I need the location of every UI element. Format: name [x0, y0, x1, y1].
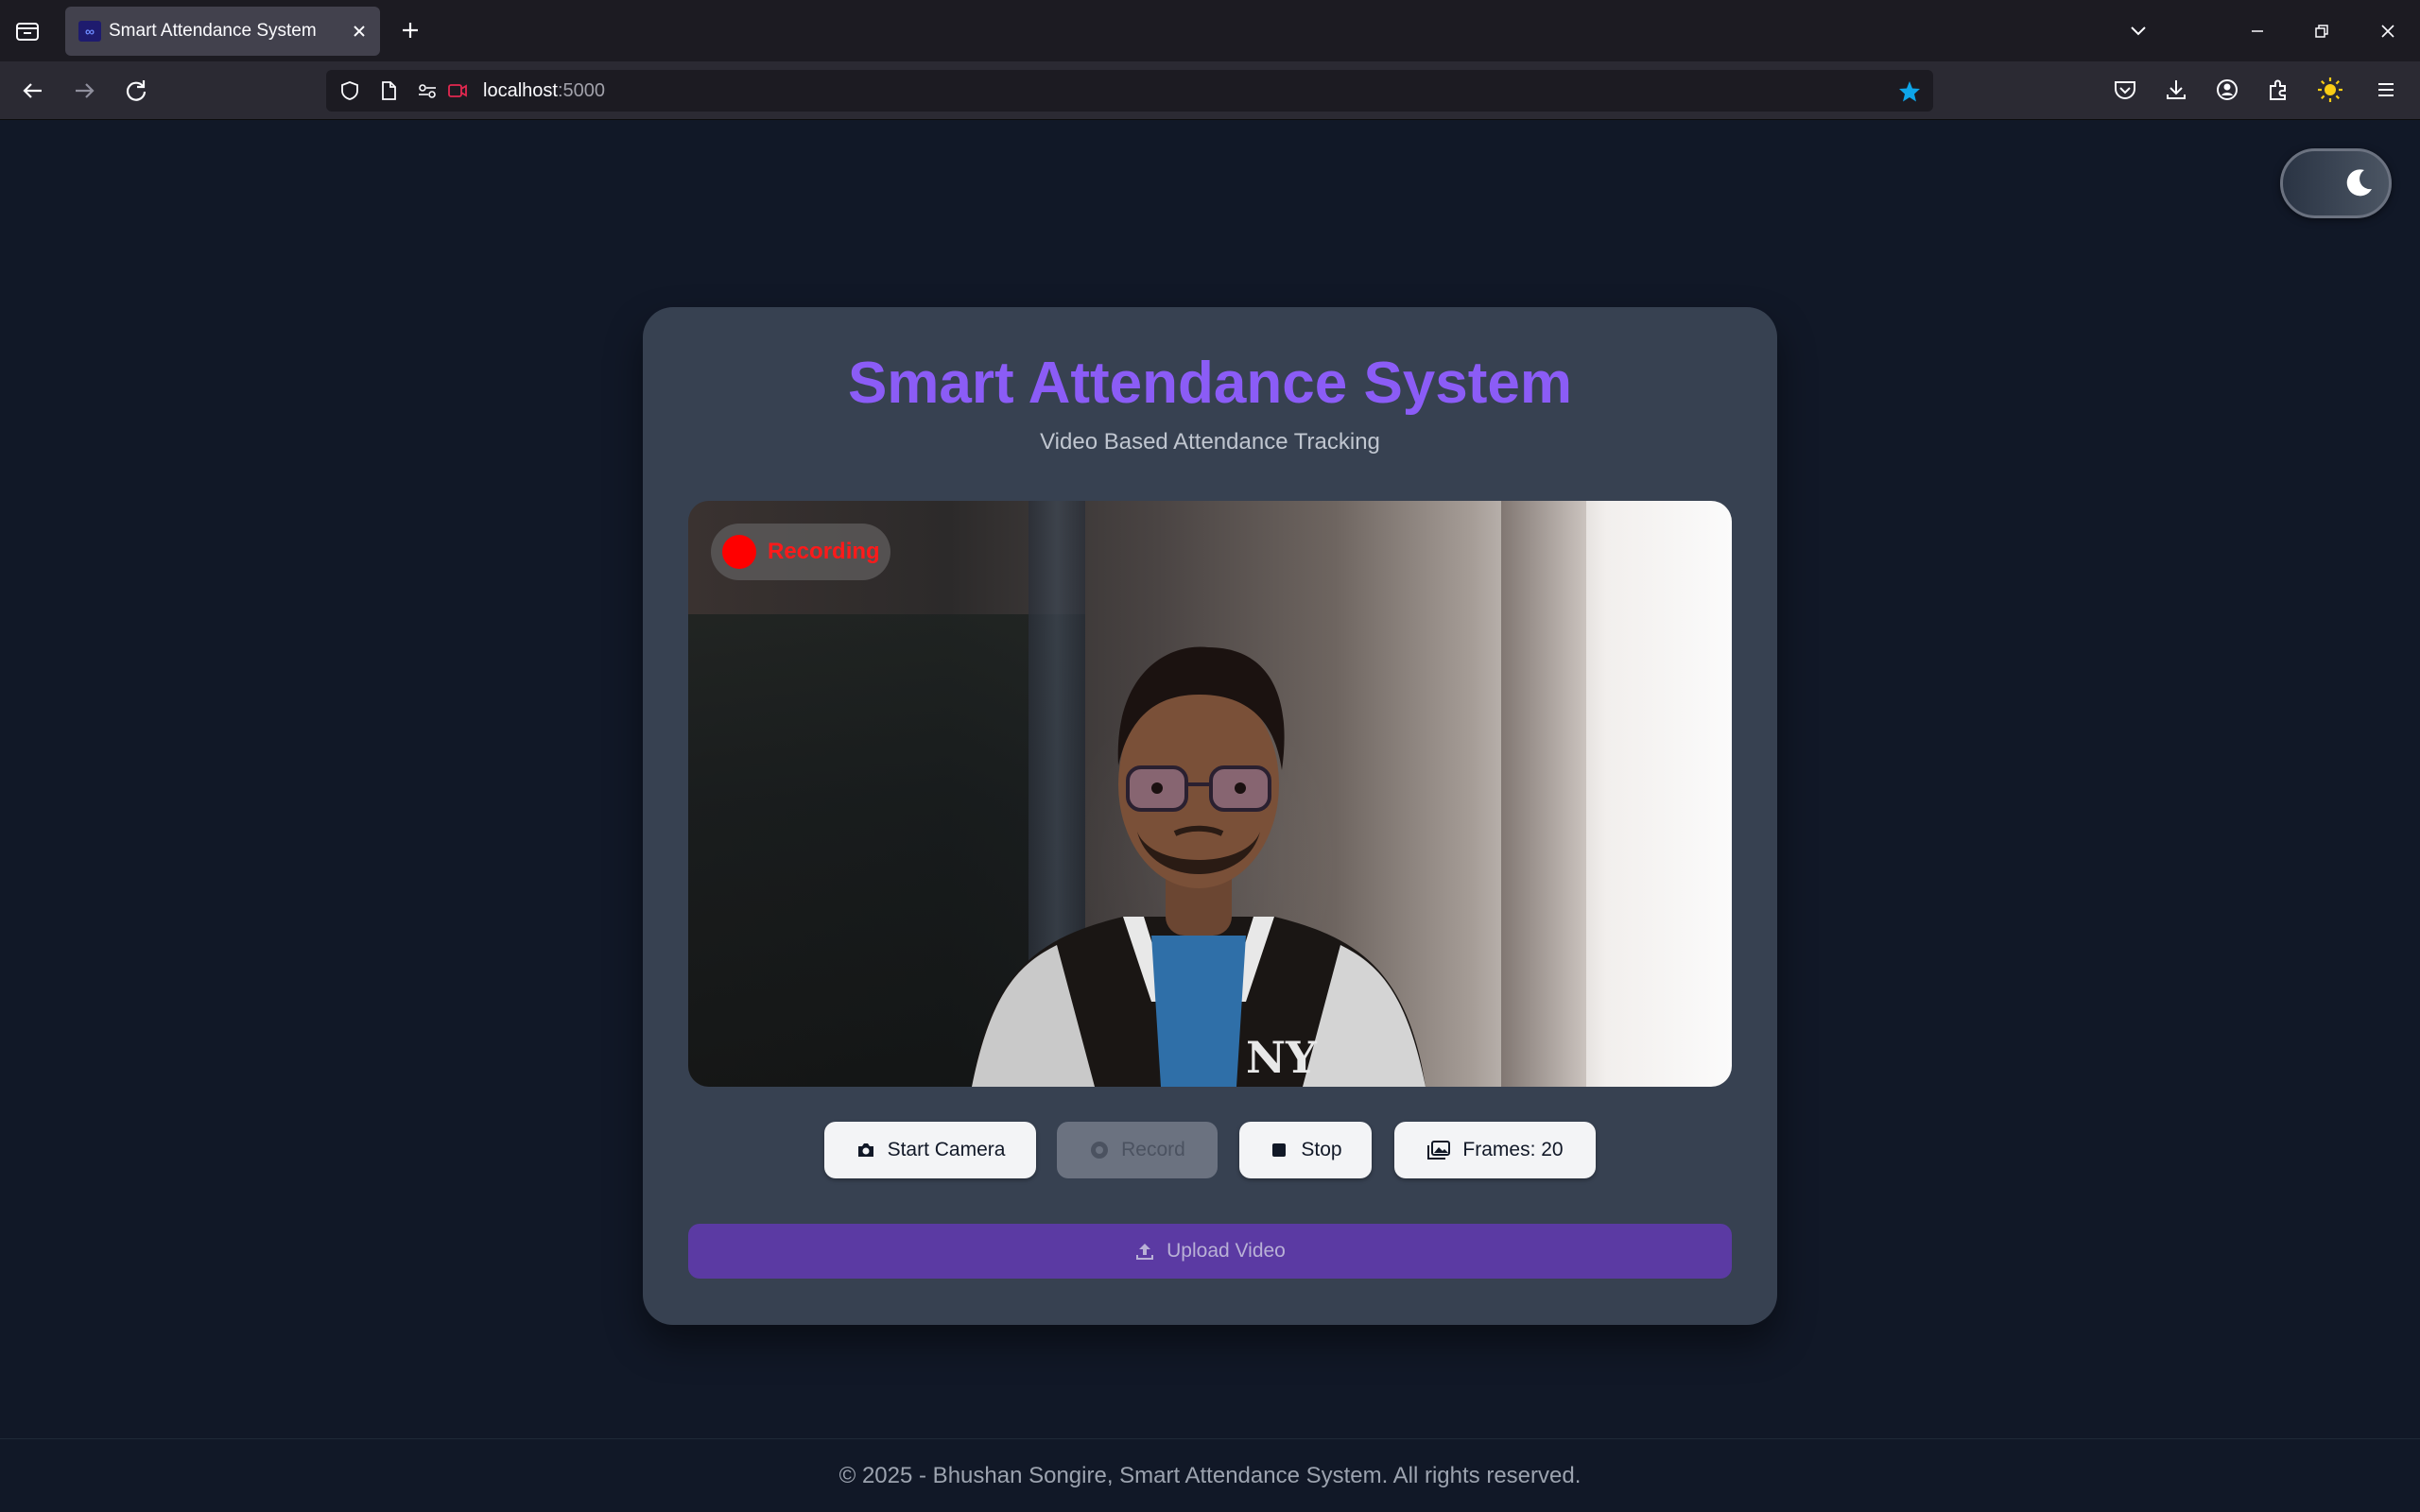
extensions-icon[interactable]: [2263, 75, 2293, 105]
page-title: Smart Attendance System: [847, 351, 1573, 416]
upload-video-label: Upload Video: [1167, 1240, 1286, 1262]
stop-button[interactable]: Stop: [1239, 1122, 1372, 1178]
infinity-favicon-icon: ∞: [78, 21, 101, 42]
page-subtitle: Video Based Attendance Tracking: [1040, 429, 1380, 455]
browser-nav-bar: localhost:5000: [0, 61, 2420, 120]
video-preview: NY Recording: [688, 501, 1732, 1087]
plus-icon[interactable]: [397, 17, 424, 43]
tab-smart-attendance[interactable]: ∞ Smart Attendance System: [65, 7, 380, 56]
tab-list-icon[interactable]: [13, 17, 42, 45]
account-icon[interactable]: [2212, 75, 2242, 105]
recording-badge: Recording: [711, 524, 890, 580]
minimize-icon[interactable]: [2243, 17, 2272, 45]
upload-icon: [1134, 1241, 1155, 1262]
stop-square-icon: [1269, 1140, 1289, 1160]
record-circle-icon: [1089, 1140, 1110, 1160]
record-button[interactable]: Record: [1057, 1122, 1218, 1178]
upload-video-button[interactable]: Upload Video: [688, 1224, 1732, 1279]
shield-icon[interactable]: [339, 80, 360, 101]
theme-toggle[interactable]: [2280, 148, 2392, 218]
restore-icon[interactable]: [2308, 17, 2336, 45]
permissions-icon[interactable]: [417, 80, 438, 101]
frames-count-label: Frames: 20: [1462, 1139, 1564, 1160]
url-port: :5000: [557, 80, 605, 101]
background-door: [1501, 501, 1586, 1087]
menu-icon[interactable]: [2371, 75, 2401, 105]
download-icon[interactable]: [2161, 75, 2191, 105]
back-icon[interactable]: [17, 75, 49, 107]
recording-label: Recording: [768, 539, 880, 564]
pocket-icon[interactable]: [2110, 75, 2140, 105]
chevron-down-icon[interactable]: [2124, 17, 2152, 45]
reload-icon[interactable]: [120, 75, 152, 107]
footer-divider: [0, 1438, 2420, 1439]
tab-title: Smart Attendance System: [109, 21, 317, 41]
star-icon[interactable]: [1897, 79, 1922, 104]
record-label: Record: [1121, 1139, 1185, 1160]
page-icon[interactable]: [378, 80, 399, 101]
window-close-icon[interactable]: [2374, 17, 2402, 45]
webcam-person: NY: [972, 646, 1426, 1087]
sun-icon[interactable]: [2315, 75, 2345, 105]
browser-tab-bar: ∞ Smart Attendance System: [0, 0, 2420, 61]
camera-icon: [856, 1140, 876, 1160]
forward-icon[interactable]: [68, 75, 100, 107]
frames-button[interactable]: Frames: 20: [1394, 1122, 1596, 1178]
address-bar[interactable]: localhost:5000: [326, 70, 1933, 112]
start-camera-label: Start Camera: [887, 1139, 1006, 1160]
recording-dot-icon: [722, 535, 756, 569]
stop-label: Stop: [1301, 1139, 1342, 1160]
images-icon: [1426, 1140, 1451, 1160]
svg-text:NY: NY: [1246, 1032, 1318, 1083]
camera-sharing-icon[interactable]: [447, 80, 468, 101]
footer-text: © 2025 - Bhushan Songire, Smart Attendan…: [838, 1463, 1582, 1488]
moon-icon: [2342, 166, 2376, 200]
url-text: localhost:5000: [483, 80, 605, 102]
start-camera-button[interactable]: Start Camera: [824, 1122, 1036, 1178]
close-icon[interactable]: [348, 20, 371, 43]
main-card: Smart Attendance System Video Based Atte…: [643, 307, 1777, 1325]
url-host: localhost: [483, 80, 558, 101]
